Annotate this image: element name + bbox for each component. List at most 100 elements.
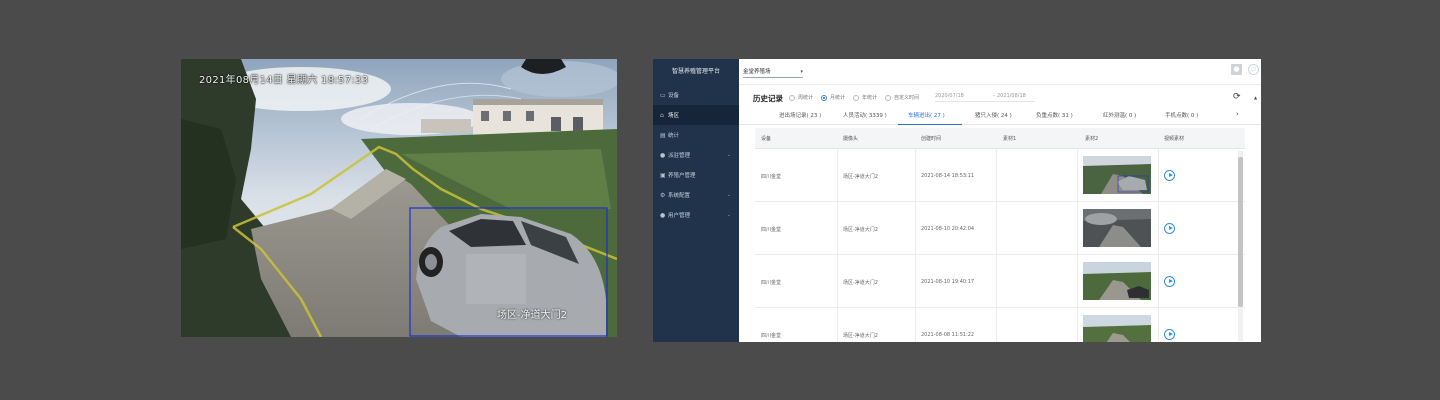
radio-label: 自定义时间	[894, 95, 920, 101]
camera-cell: 场区-净道大门2	[843, 174, 878, 180]
camera-location-label: 场区-净道大门2	[497, 310, 567, 321]
column-header: 摄像头	[843, 136, 859, 142]
column-header: 素材2	[1085, 136, 1099, 142]
records-table: 设备 摄像头 创建时间 素材1 素材2 视频素材 四川金堂 场区-净道大门2 2…	[755, 128, 1245, 342]
caret-down-icon: ▾	[800, 69, 803, 75]
radio-dot	[789, 94, 795, 101]
radio-label: 年统计	[862, 95, 878, 101]
radio-weekly[interactable]: 周统计	[789, 94, 813, 101]
tab-weight-count[interactable]: 负重点数( 31 )	[1036, 111, 1073, 119]
play-video-icon[interactable]	[1164, 276, 1175, 287]
power-icon[interactable]: ⏻	[1248, 64, 1259, 75]
camera-scene	[181, 59, 617, 337]
sidebar-item-statistics[interactable]: ▤ 统计	[653, 125, 739, 145]
snapshot-thumbnail[interactable]	[1083, 156, 1151, 194]
user-avatar-icon[interactable]: ●	[1231, 64, 1242, 75]
radio-label: 月统计	[830, 95, 846, 101]
camera-icon: ▭	[660, 91, 666, 99]
camera-snapshot: 2021年08月14日 星期六 18:57:33 场区-净道大门2	[181, 59, 617, 337]
sidebar-item-label: 养殖户管理	[668, 173, 696, 179]
radio-dot	[821, 94, 827, 101]
column-header: 素材1	[1003, 136, 1017, 142]
sidebar-item-label: 统计	[668, 133, 680, 139]
table-row[interactable]: 四川金堂 场区-净道大门2 2021-08-10 19:40:17	[755, 255, 1245, 308]
radio-dot	[885, 94, 891, 101]
history-title: 历史记录	[753, 94, 783, 103]
play-video-icon[interactable]	[1164, 170, 1175, 181]
top-bar: 金堂养殖场 ▾ ● ⏻	[739, 59, 1261, 85]
tab-infrared[interactable]: 红外测温( 0 )	[1103, 111, 1136, 119]
chevron-down-icon: ⌄	[726, 212, 731, 218]
tab-phone-count[interactable]: 手机点数( 0 )	[1165, 111, 1198, 119]
column-header: 设备	[761, 136, 772, 142]
device-cell: 四川金堂	[761, 227, 782, 233]
column-header: 视频素材	[1164, 136, 1185, 142]
sidebar-item-label: 设备	[668, 93, 680, 99]
platform-title: 智慧养殖管理平台	[671, 68, 720, 75]
sidebar-item-devices[interactable]: ▭ 设备	[653, 85, 739, 105]
sidebar-item-system-config[interactable]: ⚙ 系统配置 ⌄	[653, 185, 739, 205]
time-cell: 2021-08-08 11:51:22	[921, 332, 975, 338]
device-cell: 四川金堂	[761, 174, 782, 180]
date-end: 2021/08/18	[997, 93, 1026, 99]
snapshot-thumbnail[interactable]	[1083, 209, 1151, 247]
sidebar-item-farm-area[interactable]: ⌂ 场区	[653, 105, 739, 125]
device-cell: 四川金堂	[761, 280, 782, 286]
sidebar-item-label: 用户管理	[668, 213, 691, 219]
chart-icon: ▤	[660, 131, 666, 139]
radio-custom[interactable]: 自定义时间	[885, 94, 919, 101]
sidebar: 智慧养殖管理平台 ▭ 设备 ⌂ 场区 ▤ 统计 ● 派驻管理 ⌄ ▣ 养殖户管理…	[653, 59, 739, 342]
table-row[interactable]: 四川金堂 场区-净道大门2 2021-08-10 20:42:04	[755, 202, 1245, 255]
date-range-picker[interactable]: 2020/07/18 - 2021/08/18	[935, 92, 1035, 102]
active-tab-indicator	[898, 124, 962, 125]
settings-icon: ⚙	[660, 191, 666, 199]
tab-personnel[interactable]: 人员活动( 3339 )	[843, 111, 887, 119]
camera-cell: 场区-净道大门2	[843, 280, 878, 286]
table-row[interactable]: 四川金堂 场区-净道大门2 2021-08-14 18:53:11	[755, 149, 1245, 202]
farm-select-value: 金堂养殖场	[743, 69, 771, 75]
camera-cell: 场区-净道大门2	[843, 227, 878, 233]
platform-window: 智慧养殖管理平台 ▭ 设备 ⌂ 场区 ▤ 统计 ● 派驻管理 ⌄ ▣ 养殖户管理…	[653, 59, 1261, 342]
play-video-icon[interactable]	[1164, 329, 1175, 340]
refresh-icon[interactable]: ⟳	[1233, 92, 1241, 102]
person-icon: ●	[660, 151, 666, 159]
user-group-icon: ●	[660, 211, 666, 219]
radio-dot	[853, 94, 859, 101]
history-filter-bar: 历史记录 周统计 月统计 年统计 自定义时间 2020/07/18 - 2021…	[739, 89, 1261, 105]
chevron-down-icon: ⌄	[726, 192, 731, 198]
table-row[interactable]: 四川金堂 场区-净道大门2 2021-08-08 11:51:22	[755, 308, 1245, 342]
sidebar-item-users[interactable]: ● 用户管理 ⌄	[653, 205, 739, 225]
tab-pig-intrusion[interactable]: 猪只入侵( 24 )	[975, 111, 1012, 119]
time-cell: 2021-08-10 20:42:04	[921, 226, 975, 232]
farm-select[interactable]: 金堂养殖场 ▾	[743, 66, 803, 78]
scrollbar-thumb[interactable]	[1238, 157, 1243, 307]
camera-cell: 场区-净道大门2	[843, 333, 878, 339]
chevron-down-icon: ⌄	[726, 152, 731, 158]
radio-label: 周统计	[798, 95, 814, 101]
time-cell: 2021-08-10 19:40:17	[921, 279, 975, 285]
tab-entry-exit[interactable]: 进出场记录( 23 )	[779, 111, 821, 119]
calendar-icon: ▣	[660, 171, 666, 179]
snapshot-thumbnail[interactable]	[1083, 262, 1151, 300]
tab-bar: 进出场记录( 23 ) 人员活动( 3339 ) 车辆进出( 27 ) 猪只入侵…	[739, 107, 1261, 125]
tab-vehicles[interactable]: 车辆进出( 27 )	[908, 111, 945, 119]
device-cell: 四川金堂	[761, 333, 782, 339]
chevron-right-icon[interactable]: ›	[1236, 110, 1239, 118]
column-header: 创建时间	[921, 136, 942, 142]
sidebar-item-farmers[interactable]: ▣ 养殖户管理	[653, 165, 739, 185]
radio-monthly[interactable]: 月统计	[821, 94, 845, 101]
sidebar-item-label: 派驻管理	[668, 153, 691, 159]
table-header: 设备 摄像头 创建时间 素材1 素材2 视频素材	[755, 128, 1245, 149]
snapshot-thumbnail[interactable]	[1083, 315, 1151, 342]
date-start: 2020/07/18	[935, 93, 964, 99]
sidebar-item-dispatch[interactable]: ● 派驻管理 ⌄	[653, 145, 739, 165]
radio-yearly[interactable]: 年统计	[853, 94, 877, 101]
camera-timestamp: 2021年08月14日 星期六 18:57:33	[199, 75, 369, 86]
date-separator: -	[993, 93, 995, 99]
sidebar-item-label: 系统配置	[668, 193, 691, 199]
sidebar-item-label: 场区	[668, 113, 680, 119]
home-icon: ⌂	[660, 111, 664, 119]
play-video-icon[interactable]	[1164, 223, 1175, 234]
scroll-up-icon[interactable]: ▲	[1254, 95, 1257, 100]
table-scrollbar[interactable]	[1238, 151, 1243, 341]
